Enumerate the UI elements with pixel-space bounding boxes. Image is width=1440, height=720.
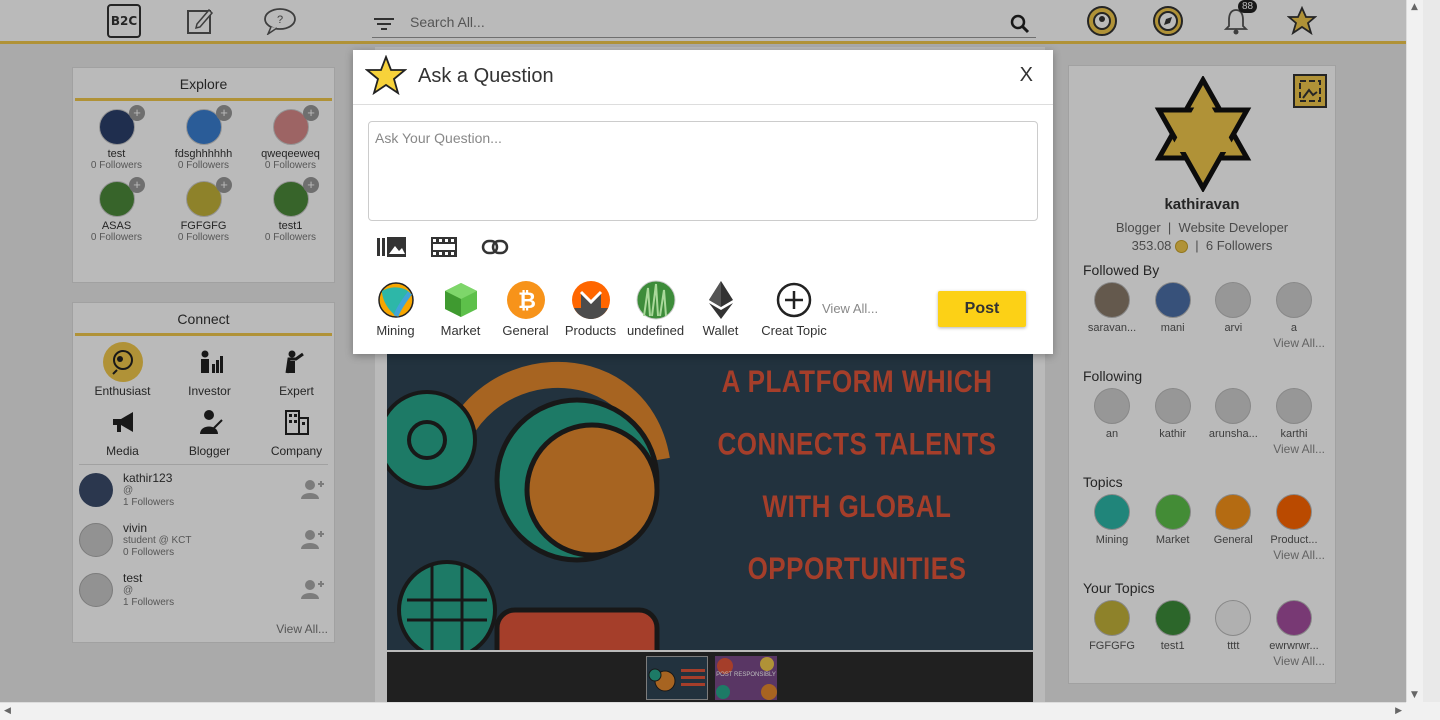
modal-title: Ask a Question xyxy=(418,65,554,87)
plus-circle-icon xyxy=(774,280,814,320)
topic-wallet[interactable]: Wallet xyxy=(688,280,753,338)
nem-mining-icon xyxy=(376,280,416,320)
horizontal-scrollbar[interactable]: ◀ ▶ xyxy=(0,702,1406,720)
topic-undefined[interactable]: undefined xyxy=(623,280,688,338)
topic-mining[interactable]: Mining xyxy=(363,280,428,338)
post-button[interactable]: Post xyxy=(938,291,1026,327)
topic-label: Mining xyxy=(376,323,415,338)
monero-icon xyxy=(571,280,611,320)
topic-label: Products xyxy=(564,323,617,338)
topic-products[interactable]: Products xyxy=(558,280,623,338)
topics-view-all-link[interactable]: View All... xyxy=(822,301,878,316)
link-icon[interactable] xyxy=(481,236,509,263)
grass-topic-icon xyxy=(636,280,676,320)
topic-label: General xyxy=(502,323,549,338)
image-gallery-icon[interactable] xyxy=(377,236,407,263)
video-film-icon[interactable] xyxy=(431,236,457,263)
topic-label: Wallet xyxy=(702,323,739,338)
cube-market-icon xyxy=(441,280,481,320)
topic-selector: Mining Market ₿ General Products undefin… xyxy=(363,280,835,338)
question-input[interactable] xyxy=(368,121,1038,221)
bitcoin-icon: ₿ xyxy=(506,280,546,320)
scroll-down-arrow-icon[interactable]: ▼ xyxy=(1411,690,1418,700)
modal-header: Ask a Question X xyxy=(353,50,1053,105)
attachment-toolbar xyxy=(377,236,509,263)
close-button[interactable]: X xyxy=(1020,64,1033,87)
scroll-up-arrow-icon[interactable]: ▲ xyxy=(1411,2,1418,12)
scroll-right-arrow-icon[interactable]: ▶ xyxy=(1395,706,1402,716)
star-icon xyxy=(364,54,408,104)
topic-label: Creat Topic xyxy=(761,323,827,338)
ethereum-icon xyxy=(701,280,741,320)
vertical-scrollbar[interactable]: ▲ ▼ xyxy=(1406,0,1423,702)
topic-market[interactable]: Market xyxy=(428,280,493,338)
topic-label: undefined xyxy=(626,323,685,338)
ask-question-modal: Ask a Question X Mining Market xyxy=(353,50,1053,354)
scroll-left-arrow-icon[interactable]: ◀ xyxy=(4,706,11,716)
svg-text:₿: ₿ xyxy=(518,288,536,313)
topic-general[interactable]: ₿ General xyxy=(493,280,558,338)
scrollbar-corner xyxy=(1406,702,1440,720)
topic-label: Market xyxy=(440,323,481,338)
